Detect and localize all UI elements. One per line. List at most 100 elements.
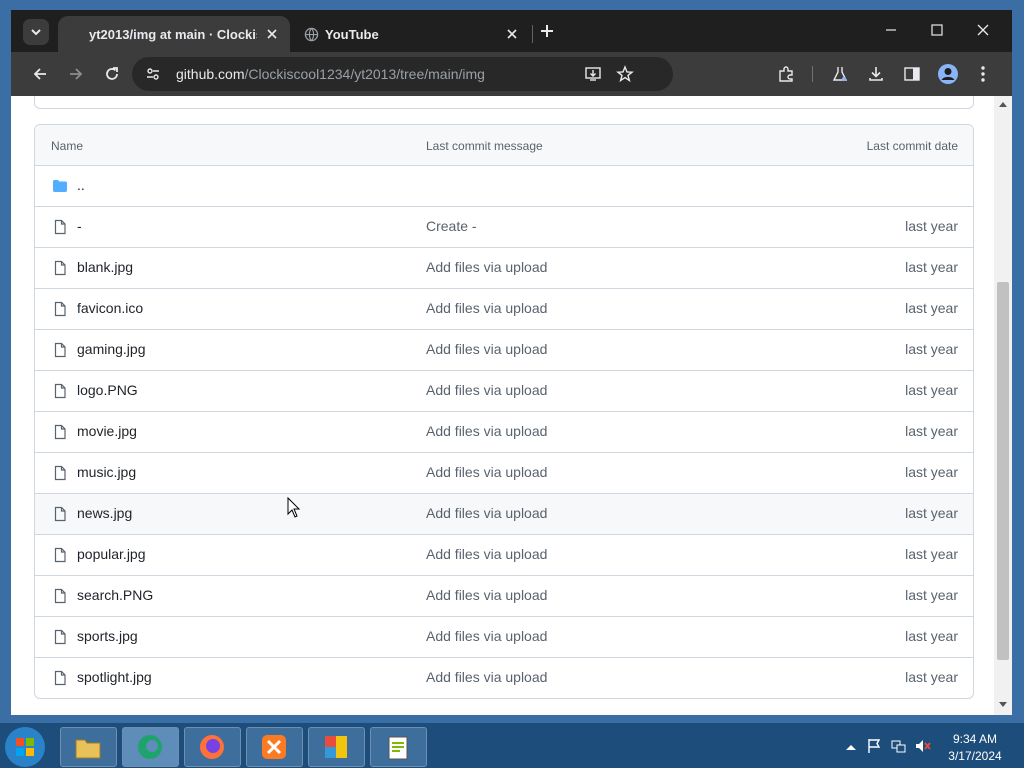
- folder-icon: [53, 180, 67, 192]
- back-arrow-icon[interactable]: [31, 65, 49, 83]
- start-button[interactable]: [5, 727, 45, 767]
- close-icon[interactable]: [264, 26, 280, 42]
- taskbar-app-office[interactable]: [308, 727, 365, 767]
- scroll-down-arrow-icon[interactable]: [999, 702, 1007, 708]
- download-icon[interactable]: [867, 65, 885, 83]
- close-window-icon[interactable]: [975, 22, 991, 38]
- more-menu-icon[interactable]: [977, 65, 989, 83]
- taskbar-app-explorer[interactable]: [60, 727, 117, 767]
- tab-github[interactable]: yt2013/img at main · Clockiscool1234/yt2…: [58, 16, 290, 52]
- table-row[interactable]: gaming.jpg Add files via upload last year: [35, 330, 973, 371]
- commit-date: last year: [905, 669, 958, 685]
- file-icon: [54, 547, 66, 563]
- commit-message-link[interactable]: Add files via upload: [426, 382, 547, 398]
- labs-flask-icon[interactable]: [831, 65, 849, 83]
- table-row[interactable]: favicon.ico Add files via upload last year: [35, 289, 973, 330]
- commit-date: last year: [905, 587, 958, 603]
- taskbar-app-firefox[interactable]: [184, 727, 241, 767]
- office-icon: [325, 736, 347, 758]
- file-name-link[interactable]: logo.PNG: [77, 382, 138, 398]
- table-row[interactable]: search.PNG Add files via upload last year: [35, 576, 973, 617]
- commit-message-link[interactable]: Add files via upload: [426, 628, 547, 644]
- file-name-link[interactable]: sports.jpg: [77, 628, 138, 644]
- table-row[interactable]: sports.jpg Add files via upload last year: [35, 617, 973, 658]
- clock-date: 3/17/2024: [948, 749, 1002, 763]
- table-row[interactable]: news.jpg Add files via upload last year: [35, 494, 973, 535]
- commit-message-link[interactable]: Add files via upload: [426, 464, 547, 480]
- scroll-up-arrow-icon[interactable]: [999, 101, 1007, 107]
- commit-message-link[interactable]: Add files via upload: [426, 300, 547, 316]
- chevron-down-icon: [31, 29, 41, 36]
- table-row[interactable]: blank.jpg Add files via upload last year: [35, 248, 973, 289]
- install-app-icon[interactable]: [584, 65, 602, 83]
- site-info-icon[interactable]: [145, 66, 161, 82]
- reload-icon[interactable]: [103, 65, 121, 83]
- file-name-link[interactable]: music.jpg: [77, 464, 136, 480]
- table-row[interactable]: movie.jpg Add files via upload last year: [35, 412, 973, 453]
- tab-bar: yt2013/img at main · Clockiscool1234/yt2…: [11, 10, 1012, 52]
- browser-window: yt2013/img at main · Clockiscool1234/yt2…: [11, 10, 1012, 715]
- minimize-icon[interactable]: [883, 22, 899, 38]
- file-name-link[interactable]: popular.jpg: [77, 546, 146, 562]
- system-clock[interactable]: 9:34 AM 3/17/2024: [940, 731, 1010, 765]
- file-table: Name Last commit message Last commit dat…: [34, 124, 974, 699]
- file-name-link[interactable]: search.PNG: [77, 587, 153, 603]
- taskbar-app-notepad[interactable]: [370, 727, 427, 767]
- new-tab-icon[interactable]: [537, 21, 557, 41]
- taskbar-app-edge[interactable]: [122, 727, 179, 767]
- file-name-link[interactable]: spotlight.jpg: [77, 669, 152, 685]
- column-header-date: Last commit date: [866, 139, 958, 153]
- clock-time: 9:34 AM: [952, 732, 998, 746]
- maximize-icon[interactable]: [929, 22, 945, 38]
- side-panel-icon[interactable]: [903, 65, 921, 83]
- commit-date: last year: [905, 546, 958, 562]
- taskbar-app-xampp[interactable]: [246, 727, 303, 767]
- table-header: Name Last commit message Last commit dat…: [35, 125, 973, 166]
- commit-message-link[interactable]: Add files via upload: [426, 669, 547, 685]
- file-icon: [54, 383, 66, 399]
- commit-message-link[interactable]: Add files via upload: [426, 423, 547, 439]
- commit-message-link[interactable]: Add files via upload: [426, 505, 547, 521]
- file-name-link[interactable]: news.jpg: [77, 505, 132, 521]
- profile-avatar-icon[interactable]: [937, 63, 959, 85]
- commit-message-link[interactable]: Add files via upload: [426, 546, 547, 562]
- scrollbar-thumb[interactable]: [997, 282, 1009, 660]
- firefox-icon: [200, 735, 224, 759]
- file-name-link[interactable]: -: [77, 218, 82, 234]
- tab-divider: [532, 25, 533, 43]
- file-icon: [54, 506, 66, 522]
- commit-message-link[interactable]: Create -: [426, 218, 477, 234]
- table-row[interactable]: - Create - last year: [35, 207, 973, 248]
- tab-title: YouTube: [325, 27, 379, 42]
- parent-directory-link[interactable]: ..: [77, 177, 85, 193]
- address-bar[interactable]: github.com/Clockiscool1234/yt2013/tree/m…: [132, 57, 673, 91]
- tab-search-button[interactable]: [23, 19, 49, 45]
- table-row[interactable]: logo.PNG Add files via upload last year: [35, 371, 973, 412]
- file-name-link[interactable]: movie.jpg: [77, 423, 137, 439]
- commit-message-link[interactable]: Add files via upload: [426, 259, 547, 275]
- bookmark-star-icon[interactable]: [616, 65, 634, 83]
- table-row[interactable]: spotlight.jpg Add files via upload last ye…: [35, 658, 973, 698]
- file-name-link[interactable]: blank.jpg: [77, 259, 133, 275]
- show-hidden-icons-icon[interactable]: [846, 743, 856, 751]
- tab-youtube[interactable]: YouTube: [294, 16, 530, 52]
- network-icon[interactable]: [890, 738, 906, 754]
- forward-arrow-icon[interactable]: [67, 65, 85, 83]
- vertical-scrollbar[interactable]: [994, 96, 1012, 715]
- close-icon[interactable]: [504, 26, 520, 42]
- file-name-link[interactable]: gaming.jpg: [77, 341, 146, 357]
- table-row[interactable]: popular.jpg Add files via upload last year: [35, 535, 973, 576]
- file-icon: [54, 670, 66, 686]
- file-name-link[interactable]: favicon.ico: [77, 300, 143, 316]
- volume-muted-icon[interactable]: [914, 738, 932, 754]
- table-row[interactable]: music.jpg Add files via upload last year: [35, 453, 973, 494]
- commit-message-link[interactable]: Add files via upload: [426, 341, 547, 357]
- action-center-flag-icon[interactable]: [866, 738, 882, 754]
- parent-directory-row[interactable]: ..: [35, 166, 973, 207]
- toolbar: github.com/Clockiscool1234/yt2013/tree/m…: [11, 52, 1012, 96]
- file-icon: [54, 342, 66, 358]
- extensions-icon[interactable]: [777, 65, 795, 83]
- previous-section-box: [34, 96, 974, 109]
- commit-message-link[interactable]: Add files via upload: [426, 587, 547, 603]
- commit-date: last year: [905, 382, 958, 398]
